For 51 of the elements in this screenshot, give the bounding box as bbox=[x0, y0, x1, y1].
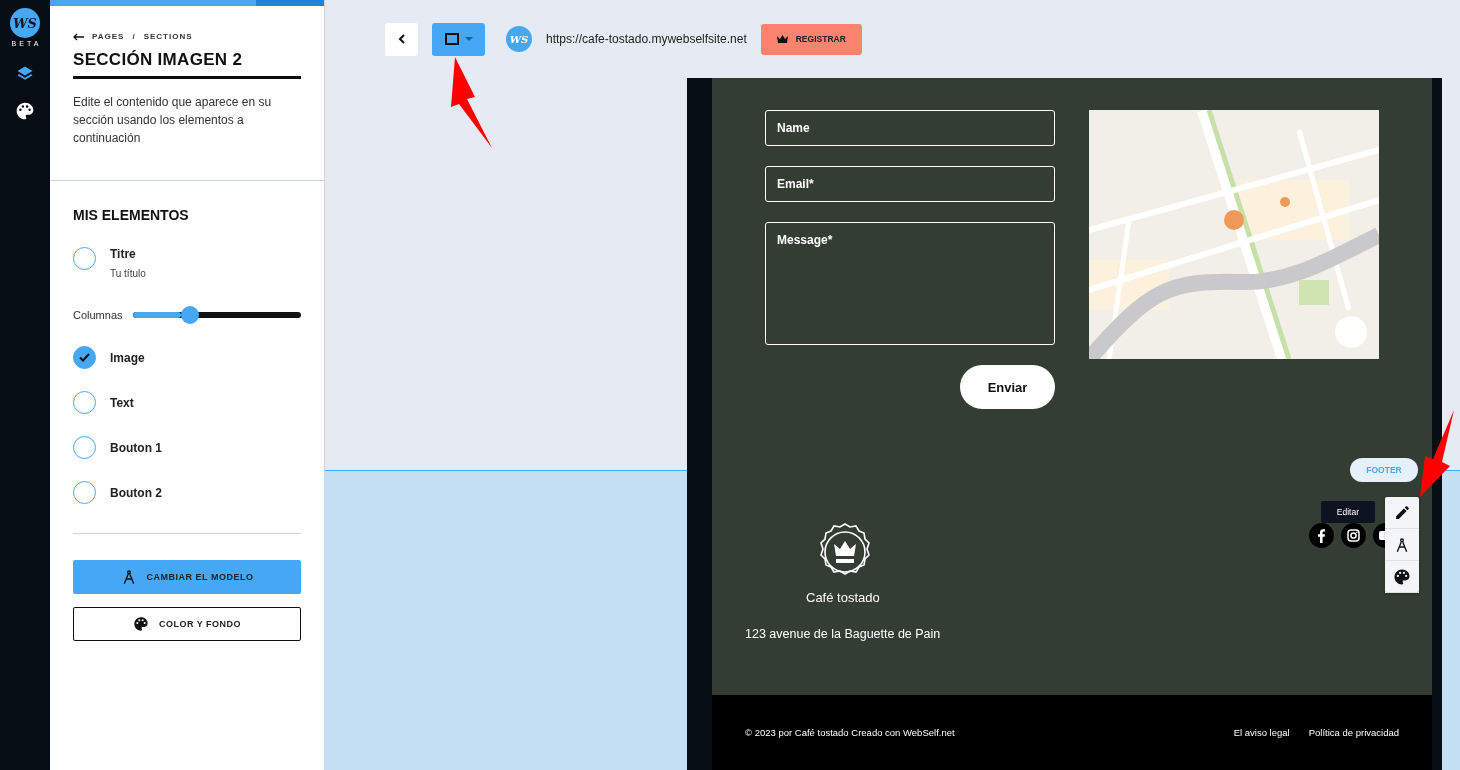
compass-icon bbox=[1394, 536, 1410, 553]
element-label: Image bbox=[110, 350, 145, 365]
back-arrow-icon[interactable] bbox=[73, 32, 84, 41]
columns-slider[interactable] bbox=[132, 306, 301, 324]
brand-name: Café tostado bbox=[806, 590, 880, 605]
check-icon bbox=[79, 353, 90, 362]
breadcrumb-separator: / bbox=[132, 32, 136, 41]
logo[interactable]: WS bbox=[10, 8, 40, 38]
element-label: Bouton 2 bbox=[110, 485, 162, 500]
chevron-left-icon bbox=[397, 34, 406, 44]
message-field[interactable]: Message* bbox=[765, 222, 1055, 345]
device-dropdown[interactable] bbox=[432, 22, 485, 56]
slider-label: Columnas bbox=[73, 309, 123, 321]
back-button[interactable] bbox=[385, 22, 418, 56]
panel-title: SECCIÓN IMAGEN 2 bbox=[73, 50, 301, 79]
checkbox[interactable] bbox=[73, 346, 96, 369]
element-label: Titre bbox=[110, 247, 137, 261]
crown-icon bbox=[776, 35, 788, 43]
palette-icon bbox=[1393, 567, 1411, 586]
site-logo: WS bbox=[506, 26, 532, 52]
pencil-icon bbox=[1393, 504, 1411, 521]
facebook-icon[interactable] bbox=[1309, 523, 1334, 548]
checkbox[interactable] bbox=[73, 247, 96, 270]
element-sublabel: Tu título bbox=[110, 268, 146, 279]
breadcrumb-link[interactable]: PAGES bbox=[92, 32, 125, 41]
register-button[interactable]: REGISTRAR bbox=[760, 23, 862, 55]
tooltip: Editar bbox=[1320, 501, 1375, 523]
caret-icon bbox=[464, 37, 473, 41]
element-label: Text bbox=[110, 395, 134, 410]
section-heading: MIS ELEMENTOS bbox=[73, 207, 190, 223]
checkbox[interactable] bbox=[73, 481, 96, 504]
input-field[interactable]: Email* bbox=[765, 166, 1055, 202]
color-background-button[interactable]: COLOR Y FONDO bbox=[73, 607, 301, 641]
footer-link[interactable]: El aviso legal bbox=[1233, 727, 1290, 738]
address: 123 avenue de la Baguette de Pain bbox=[745, 627, 941, 641]
slider-thumb[interactable] bbox=[180, 306, 199, 324]
input-field[interactable]: Name bbox=[765, 110, 1055, 146]
checkbox[interactable] bbox=[73, 436, 96, 459]
send-button[interactable]: Enviar bbox=[960, 365, 1055, 409]
breadcrumb-link[interactable]: SECTIONS bbox=[143, 32, 193, 41]
instagram-icon[interactable] bbox=[1341, 523, 1366, 548]
palette-icon bbox=[132, 616, 149, 632]
footer-link[interactable]: Política de privacidad bbox=[1308, 727, 1399, 738]
palette-icon bbox=[15, 101, 35, 121]
site-url[interactable]: https://cafe-tostado.mywebselfsite.net bbox=[546, 32, 747, 46]
copyright: © 2023 por Café tostado Creado con WebSelf.net bbox=[745, 727, 955, 738]
element-label: Bouton 1 bbox=[110, 440, 162, 455]
desktop-icon bbox=[444, 33, 459, 45]
checkbox[interactable] bbox=[73, 391, 96, 414]
change-template-button[interactable]: CAMBIAR EL MODELO bbox=[73, 560, 301, 594]
panel-description: Edite el contenido que aparece en su sección usando los elementos a continuación bbox=[73, 94, 273, 147]
